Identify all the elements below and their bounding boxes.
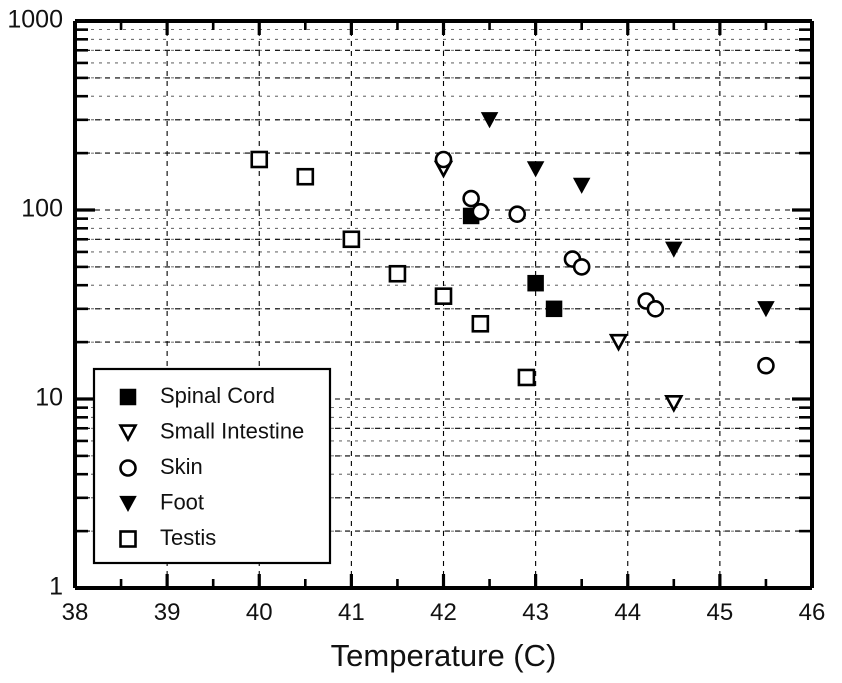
- x-tick-label: 46: [799, 599, 826, 626]
- x-tick-label: 40: [246, 599, 273, 626]
- data-point-skin: [434, 150, 453, 169]
- y-tick-label: 1: [49, 573, 63, 601]
- y-tick-label: 10: [35, 384, 63, 412]
- data-point-testis: [296, 167, 315, 186]
- x-tick-label: 45: [707, 599, 734, 626]
- data-point-skin: [508, 205, 527, 224]
- legend-label-spinal-cord: Spinal Cord: [160, 383, 275, 408]
- data-point-skin: [471, 202, 490, 221]
- data-point-testis: [342, 230, 361, 249]
- data-point-foot: [572, 177, 591, 194]
- plot-area: 38 39 40 41 42 43 44 45 46 1 10 100 1000 Temperature …: [7, 6, 826, 673]
- legend-label-testis: Testis: [160, 525, 216, 550]
- data-point-testis: [434, 287, 453, 305]
- x-tick-label: 43: [522, 599, 549, 626]
- data-point-testis: [250, 150, 269, 169]
- y-tick-label: 100: [21, 195, 63, 223]
- y-tick-label: 1000: [7, 6, 63, 34]
- data-point-spinal-cord: [545, 300, 563, 318]
- data-point-testis: [517, 368, 536, 387]
- x-tick-label: 38: [62, 599, 89, 626]
- legend-marker-spinal-cord: [119, 388, 137, 406]
- data-point-skin: [646, 300, 665, 318]
- scatter-chart: 38 39 40 41 42 43 44 45 46 1 10 100 1000 Temperature …: [0, 0, 842, 683]
- data-point-skin: [757, 356, 775, 375]
- x-axis-title: Temperature (C): [331, 638, 557, 673]
- data-point-testis: [471, 314, 490, 333]
- legend-label-foot: Foot: [160, 489, 204, 514]
- legend-label-small-intestine: Small Intestine: [160, 418, 304, 443]
- legend-marker-skin: [119, 459, 137, 477]
- data-point-skin: [572, 258, 591, 276]
- legend-label-skin: Skin: [160, 454, 203, 479]
- data-point-skin: [462, 189, 480, 208]
- data-point-foot: [665, 241, 683, 258]
- data-point-testis: [388, 264, 407, 283]
- x-tick-label: 39: [154, 599, 181, 626]
- x-tick-label: 44: [614, 599, 641, 626]
- x-tick-label: 42: [430, 599, 457, 626]
- data-point-spinal-cord: [527, 274, 544, 292]
- data-point-foot: [526, 161, 545, 178]
- legend-marker-testis: [119, 530, 137, 548]
- x-tick-label: 41: [338, 599, 365, 626]
